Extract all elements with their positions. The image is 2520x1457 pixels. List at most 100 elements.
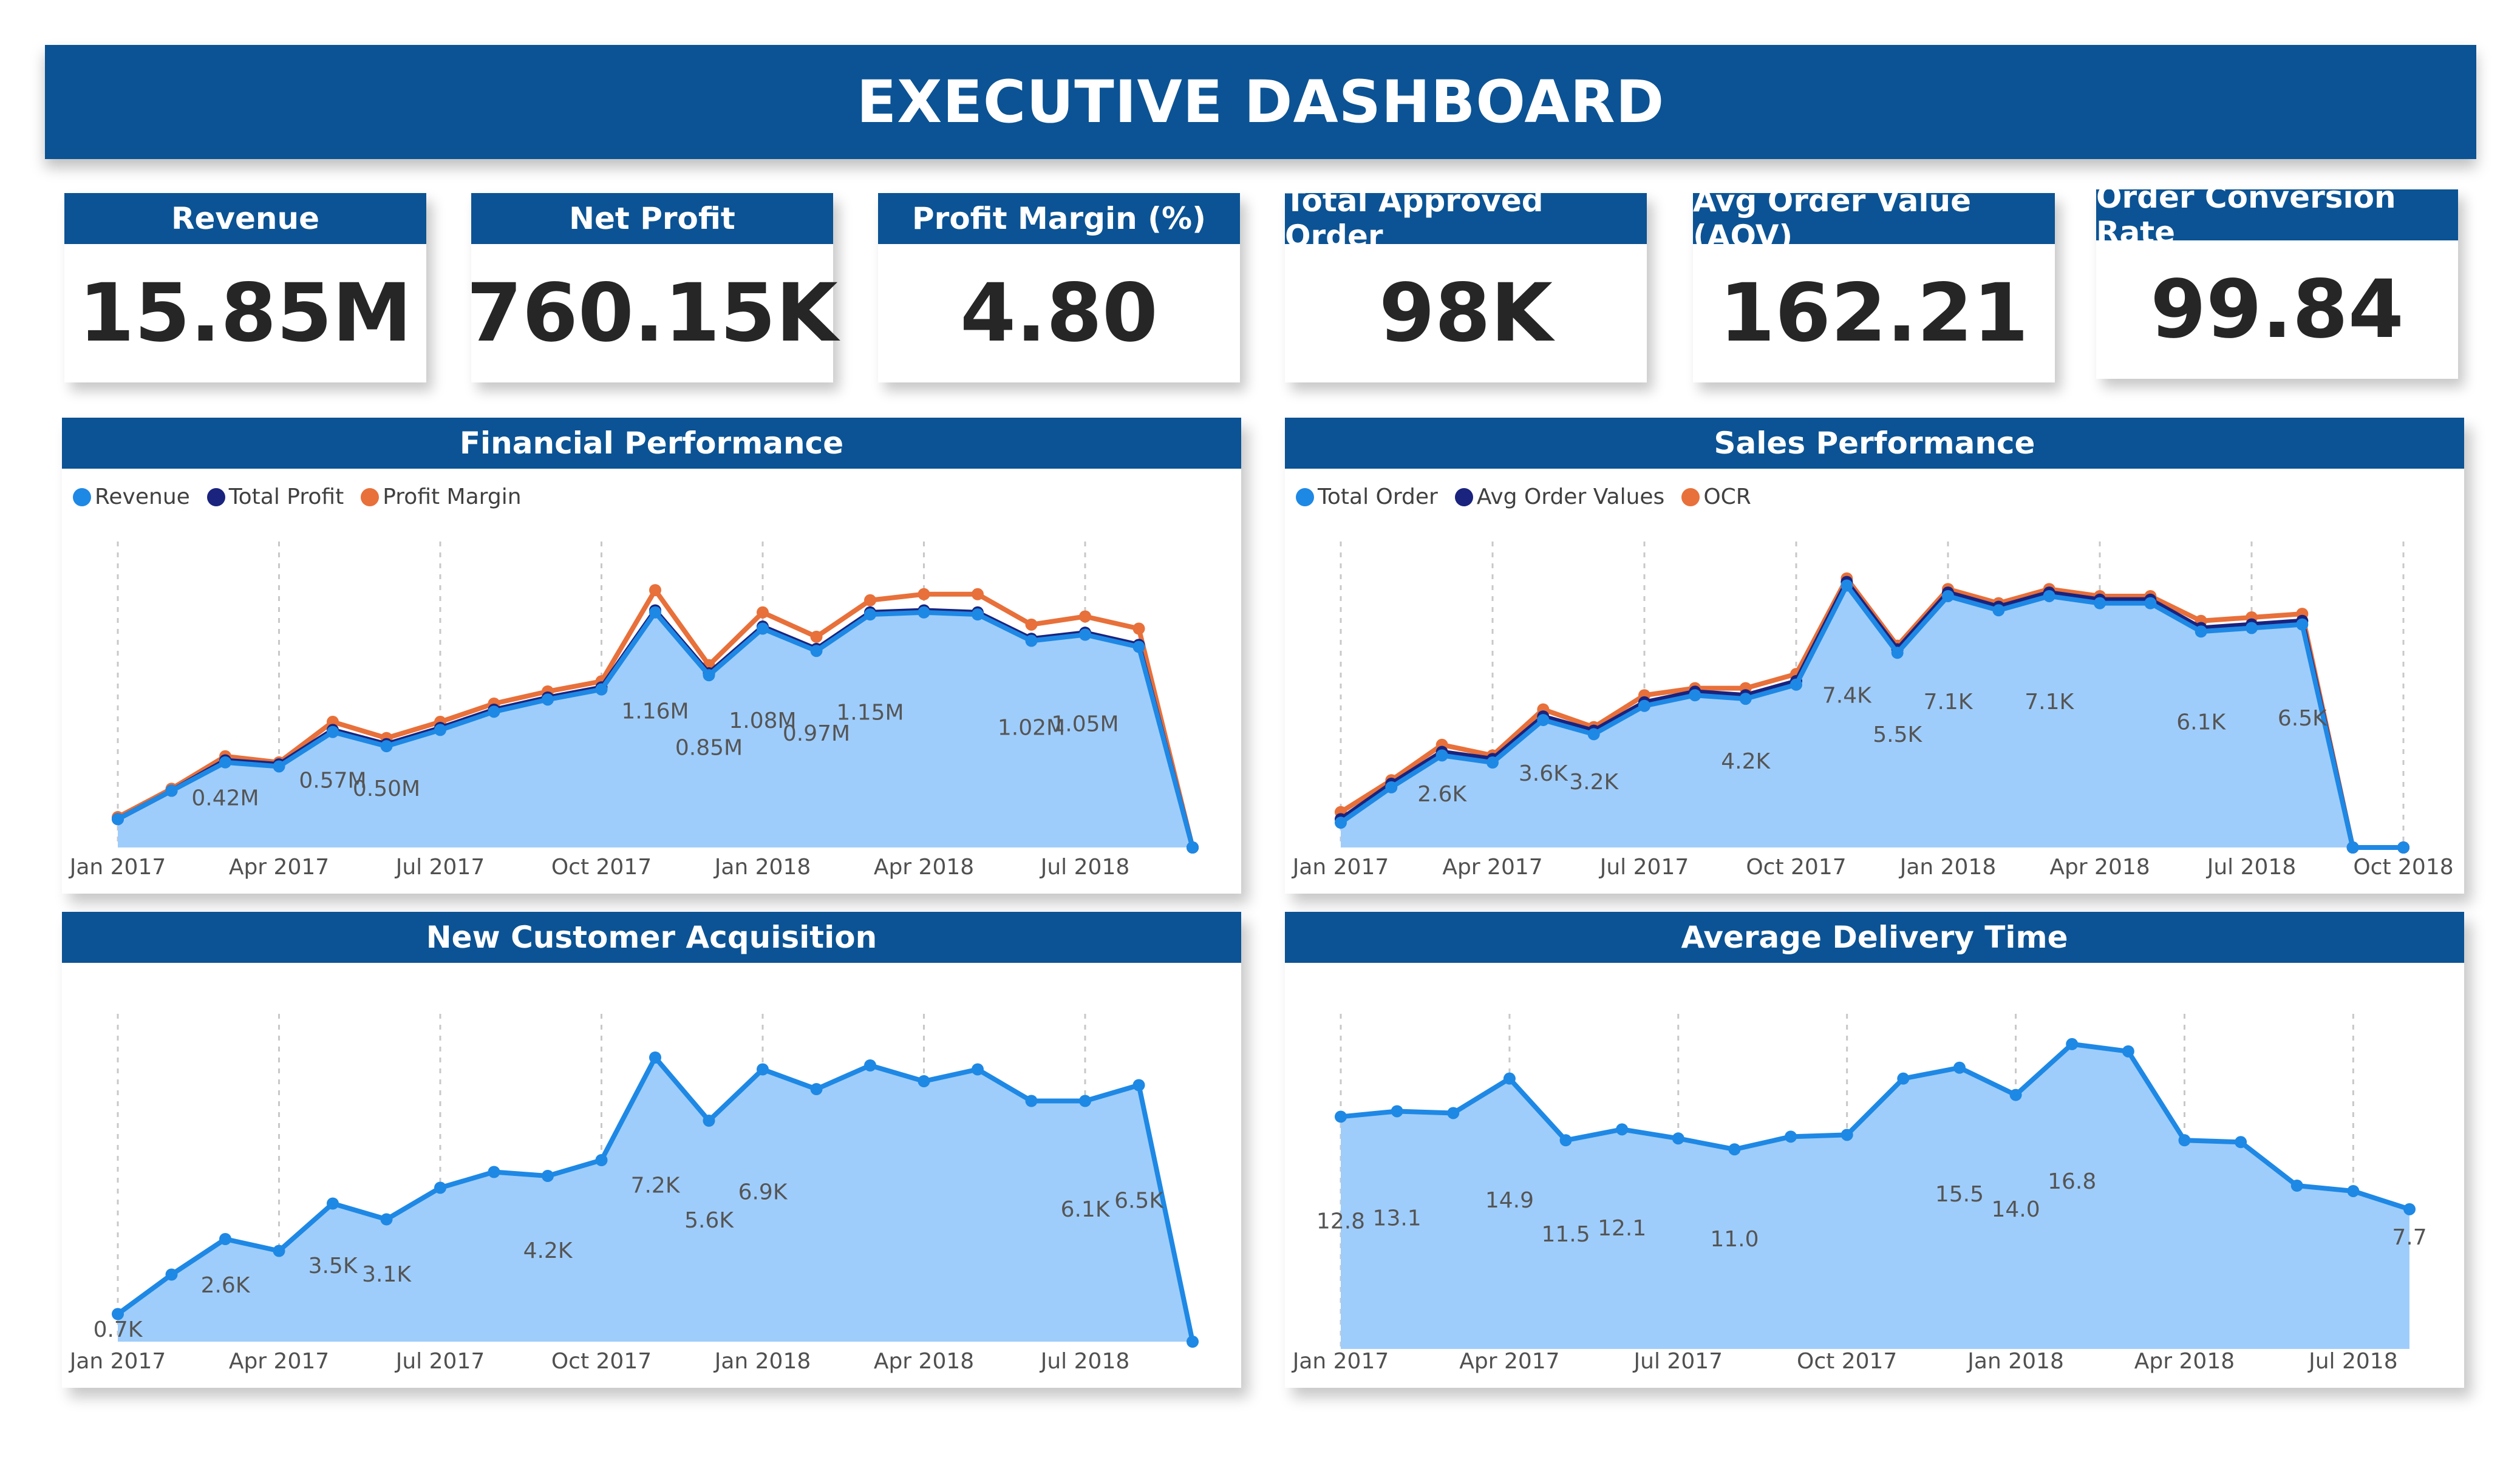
data-point[interactable]	[219, 1233, 231, 1245]
data-point[interactable]	[649, 584, 661, 597]
data-label: 3.6K	[1519, 761, 1568, 786]
data-point[interactable]	[1587, 728, 1600, 741]
data-point[interactable]	[1616, 1123, 1629, 1136]
data-point[interactable]	[1435, 749, 1448, 762]
average-delivery-time-chart[interactable]: Jan 2017 Apr 2017 Jul 2017 Oct 2017 Jan 2018…	[1285, 963, 2464, 1388]
data-point[interactable]	[488, 1166, 500, 1178]
data-point[interactable]	[1897, 1072, 1910, 1085]
data-point[interactable]	[2122, 1045, 2134, 1058]
data-point[interactable]	[380, 740, 393, 753]
data-point[interactable]	[1689, 689, 1701, 702]
data-point[interactable]	[1385, 781, 1398, 793]
data-point[interactable]	[1891, 647, 1904, 659]
data-point[interactable]	[703, 669, 715, 682]
data-point[interactable]	[972, 1063, 984, 1076]
data-point[interactable]	[273, 1245, 285, 1257]
data-point[interactable]	[2347, 1184, 2360, 1197]
data-point[interactable]	[1942, 589, 1954, 602]
data-point[interactable]	[1025, 618, 1038, 631]
data-point[interactable]	[112, 813, 124, 826]
data-point[interactable]	[2195, 625, 2207, 638]
data-point[interactable]	[972, 608, 984, 621]
data-point[interactable]	[2066, 1038, 2079, 1050]
data-point[interactable]	[595, 683, 608, 696]
data-point[interactable]	[864, 594, 876, 606]
data-point[interactable]	[972, 588, 984, 600]
data-point[interactable]	[864, 608, 876, 621]
data-point[interactable]	[1559, 1134, 1572, 1147]
data-point[interactable]	[1025, 634, 1038, 647]
new-customer-acquisition-chart[interactable]: Jan 2017 Apr 2017 Jul 2017 Oct 2017 Jan 2018…	[62, 963, 1241, 1388]
data-point[interactable]	[864, 1059, 876, 1072]
data-point[interactable]	[1486, 756, 1499, 769]
data-point[interactable]	[703, 1115, 715, 1127]
data-point[interactable]	[2094, 597, 2106, 610]
kpi-label: Revenue	[64, 193, 426, 244]
data-point[interactable]	[327, 1197, 339, 1210]
data-point[interactable]	[1841, 579, 1853, 592]
data-point[interactable]	[542, 693, 554, 706]
data-point[interactable]	[1187, 1336, 1199, 1348]
data-point[interactable]	[542, 1170, 554, 1182]
data-point[interactable]	[1132, 622, 1145, 635]
data-point[interactable]	[1391, 1105, 1403, 1118]
data-point[interactable]	[1728, 1143, 1741, 1156]
sales-performance-chart[interactable]: Jan 2017 Apr 2017 Jul 2017 Oct 2017 Jan 2018…	[1285, 469, 2464, 894]
data-point[interactable]	[1953, 1061, 1966, 1074]
data-point[interactable]	[1132, 1079, 1145, 1092]
data-point[interactable]	[380, 1213, 393, 1226]
data-point[interactable]	[2235, 1136, 2247, 1149]
data-point[interactable]	[1785, 1130, 1797, 1143]
data-point[interactable]	[165, 1268, 178, 1281]
data-point[interactable]	[2246, 622, 2258, 634]
data-point[interactable]	[2043, 589, 2055, 602]
data-point[interactable]	[2178, 1134, 2191, 1147]
data-point[interactable]	[434, 1181, 446, 1194]
data-point[interactable]	[595, 1154, 608, 1166]
data-point[interactable]	[757, 1063, 769, 1076]
data-point[interactable]	[327, 725, 339, 738]
data-point[interactable]	[918, 1075, 930, 1087]
data-point[interactable]	[649, 606, 661, 619]
data-point[interactable]	[2346, 841, 2359, 854]
data-point[interactable]	[2296, 618, 2309, 631]
data-point[interactable]	[1503, 1072, 1516, 1085]
data-point[interactable]	[1447, 1107, 1460, 1119]
data-point[interactable]	[810, 1083, 823, 1095]
data-point[interactable]	[757, 606, 769, 619]
data-point[interactable]	[1132, 640, 1145, 653]
data-point[interactable]	[1672, 1132, 1684, 1145]
data-point[interactable]	[1739, 693, 1752, 705]
data-point[interactable]	[2403, 1203, 2416, 1215]
data-point[interactable]	[488, 705, 500, 718]
data-point[interactable]	[434, 724, 446, 736]
kpi-label: Order Conversion Rate	[2096, 180, 2458, 250]
data-point[interactable]	[810, 645, 823, 657]
data-point[interactable]	[1335, 817, 1347, 829]
data-point[interactable]	[1841, 1129, 1853, 1141]
data-point[interactable]	[757, 622, 769, 635]
data-point[interactable]	[918, 606, 930, 619]
data-point[interactable]	[1187, 841, 1199, 854]
data-point[interactable]	[1335, 1110, 1347, 1123]
data-point[interactable]	[649, 1051, 661, 1064]
data-point[interactable]	[1638, 699, 1650, 712]
data-point[interactable]	[2144, 597, 2157, 610]
x-axis-tick-label: Jul 2017	[395, 1349, 485, 1374]
data-point[interactable]	[219, 756, 231, 769]
data-point[interactable]	[1790, 678, 1802, 691]
data-point[interactable]	[1079, 1095, 1091, 1107]
data-point[interactable]	[1025, 1095, 1038, 1107]
data-point[interactable]	[2397, 841, 2409, 854]
data-point[interactable]	[1992, 604, 2005, 617]
data-point[interactable]	[1079, 610, 1091, 623]
data-point[interactable]	[165, 784, 178, 797]
financial-performance-chart[interactable]: Jan 2017 Apr 2017 Jul 2017 Oct 2017 Jan 2018…	[62, 469, 1241, 894]
data-point[interactable]	[2009, 1089, 2022, 1101]
data-point[interactable]	[810, 630, 823, 643]
data-point[interactable]	[2290, 1180, 2303, 1192]
data-point[interactable]	[1537, 714, 1550, 727]
data-point[interactable]	[918, 588, 930, 600]
data-point[interactable]	[273, 760, 285, 773]
data-point[interactable]	[1079, 628, 1091, 641]
